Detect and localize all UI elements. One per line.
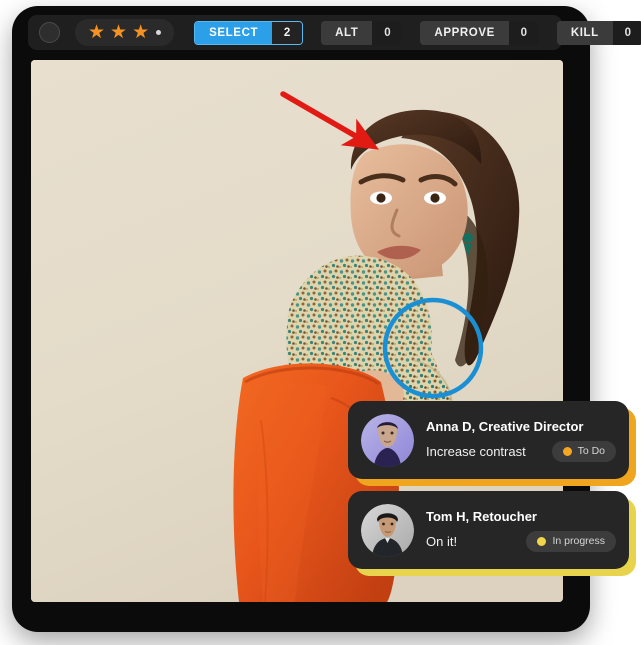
comment-author: Tom H, Retoucher bbox=[426, 508, 537, 524]
comment-body: Tom H, Retoucher On it! In progress bbox=[426, 509, 616, 552]
status-label: In progress bbox=[552, 535, 605, 547]
circle-button[interactable] bbox=[39, 22, 60, 43]
segment-approve[interactable]: APPROVE 0 bbox=[420, 20, 539, 45]
segment-alt[interactable]: ALT 0 bbox=[321, 20, 403, 45]
comment-message: Increase contrast bbox=[426, 443, 526, 459]
segment-select-count: 2 bbox=[272, 21, 303, 44]
rating-toolbar: ★ ★ ★ SELECT 2 ALT 0 APPROVE 0 KILL 0 bbox=[28, 15, 641, 50]
star-icon[interactable]: ★ bbox=[110, 23, 127, 42]
segment-approve-count: 0 bbox=[508, 20, 539, 45]
status-badge[interactable]: To Do bbox=[551, 440, 616, 462]
rating-dot-icon[interactable] bbox=[156, 30, 162, 35]
comment-card[interactable]: Anna D, Creative Director Increase contr… bbox=[348, 401, 629, 479]
segment-alt-label: ALT bbox=[321, 20, 373, 45]
comment-message: On it! bbox=[426, 533, 458, 549]
star-icon[interactable]: ★ bbox=[132, 23, 149, 42]
segment-select[interactable]: SELECT 2 bbox=[194, 20, 304, 45]
comment-card[interactable]: Tom H, Retoucher On it! In progress bbox=[348, 491, 629, 569]
segment-approve-label: APPROVE bbox=[420, 20, 509, 45]
segment-select-label: SELECT bbox=[195, 21, 273, 44]
status-label: To Do bbox=[577, 445, 605, 457]
status-dot-icon bbox=[562, 446, 572, 456]
app-root: ★ ★ ★ SELECT 2 ALT 0 APPROVE 0 KILL 0 An… bbox=[0, 0, 641, 645]
segment-kill-count: 0 bbox=[612, 20, 641, 45]
avatar-tom-h bbox=[361, 503, 414, 557]
star-rating-control[interactable]: ★ ★ ★ bbox=[75, 19, 175, 46]
status-dot-icon bbox=[537, 536, 547, 546]
avatar-anna-d bbox=[361, 413, 414, 467]
segment-kill-label: KILL bbox=[556, 20, 613, 45]
comment-author: Anna D, Creative Director bbox=[426, 418, 584, 434]
segment-alt-count: 0 bbox=[372, 20, 403, 45]
status-badge[interactable]: In progress bbox=[526, 530, 616, 552]
segment-kill[interactable]: KILL 0 bbox=[556, 20, 641, 45]
star-icon[interactable]: ★ bbox=[88, 23, 105, 42]
comment-body: Anna D, Creative Director Increase contr… bbox=[426, 419, 616, 462]
